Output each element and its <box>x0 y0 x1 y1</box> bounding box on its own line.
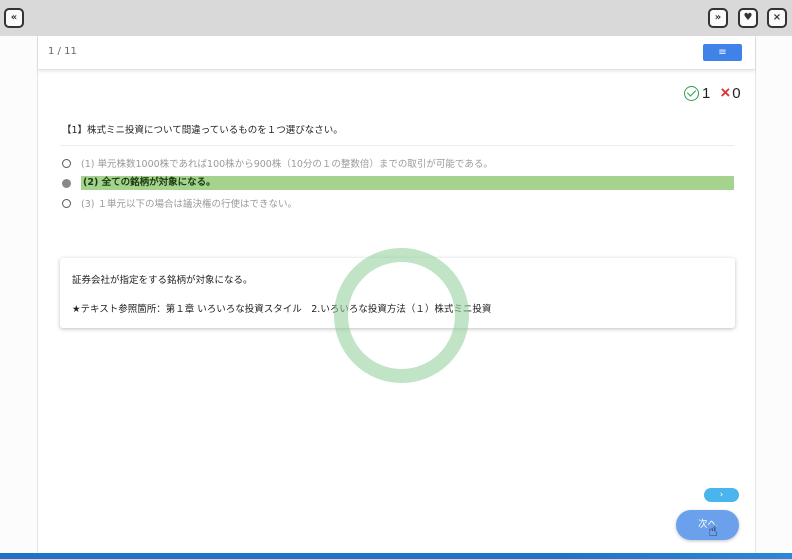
collapse-icon[interactable]: « <box>4 8 24 28</box>
page-counter: 1 / 11 <box>48 46 77 57</box>
radio-icon[interactable] <box>62 198 71 208</box>
correct-count: 1 <box>702 84 711 102</box>
question-divider <box>60 145 734 146</box>
radio-selected-icon[interactable] <box>62 178 71 188</box>
check-circle-icon <box>684 85 699 101</box>
quiz-header: 1 / 11 ≡ <box>38 36 755 70</box>
wrong-x-icon: × <box>720 83 731 102</box>
chevron-right-icon: › <box>719 490 724 500</box>
radio-icon[interactable] <box>62 158 71 168</box>
quiz-panel: 1 / 11 ≡ 1 × 0 【1】株式ミニ投資について間違っているものを１つ選… <box>37 36 756 559</box>
hand-cursor-icon: ☝ <box>708 521 718 540</box>
answer-option-3[interactable]: (3) １単元以下の場合は議決権の行使はできない。 <box>62 196 297 210</box>
top-toolbar: « » ♥ × <box>0 0 792 36</box>
answer-option-2[interactable]: (2) 全ての銘柄が対象になる。 <box>62 176 734 190</box>
score-display: 1 × 0 <box>684 83 741 102</box>
forward-icon[interactable]: » <box>708 8 728 28</box>
wrong-count: 0 <box>732 84 741 102</box>
option-label: (1) 単元株数1000株であれば100株から900株（10分の１の整数倍）まで… <box>81 159 493 170</box>
option-label: (3) １単元以下の場合は議決権の行使はできない。 <box>81 199 297 210</box>
left-margin <box>0 36 37 559</box>
taskbar <box>0 553 792 559</box>
explanation-text: 証券会社が指定をする銘柄が対象になる。 <box>72 275 253 286</box>
right-margin <box>756 36 792 559</box>
answer-option-1[interactable]: (1) 単元株数1000株であれば100株から900株（10分の１の整数倍）まで… <box>62 156 493 170</box>
correct-circle-icon <box>334 248 469 383</box>
heart-icon[interactable]: ♥ <box>738 8 758 28</box>
question-text: 【1】株式ミニ投資について間違っているものを１つ選びなさい。 <box>62 125 343 136</box>
small-next-button[interactable]: › <box>704 488 739 502</box>
menu-button[interactable]: ≡ <box>703 44 742 61</box>
option-label-selected: (2) 全ての銘柄が対象になる。 <box>81 176 734 190</box>
menu-icon: ≡ <box>718 47 727 58</box>
close-icon[interactable]: × <box>767 8 787 28</box>
